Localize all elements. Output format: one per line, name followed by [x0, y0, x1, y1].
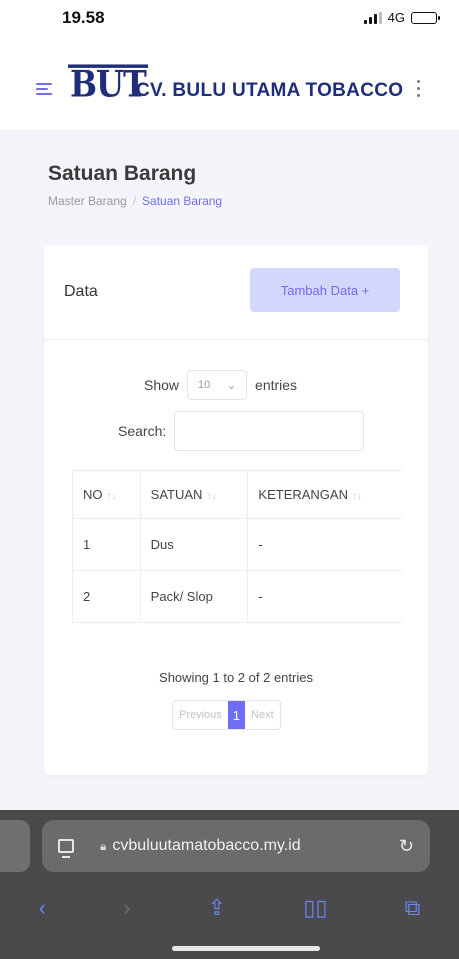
- sort-icon: ↑↓: [206, 491, 217, 502]
- page-menu-icon[interactable]: [58, 839, 74, 858]
- address-bar[interactable]: 🔒︎ cvbuluutamatobacco.my.id ↻: [42, 820, 430, 872]
- cell-keterangan: -: [247, 518, 402, 571]
- cell-satuan: Dus: [139, 518, 249, 571]
- menu-icon[interactable]: [36, 83, 52, 98]
- column-header-no[interactable]: NO ↑↓: [72, 470, 141, 519]
- breadcrumb-parent[interactable]: Master Barang: [48, 194, 127, 208]
- pagination-previous[interactable]: Previous: [173, 701, 228, 729]
- browser-toolbar: ‹ › ⇪ ▯▯ ⧉: [0, 888, 459, 928]
- sort-icon: ↑↓: [351, 491, 362, 502]
- company-logo: BUT: [68, 62, 148, 106]
- back-icon[interactable]: ‹: [39, 895, 46, 921]
- cell-keterangan: -: [247, 570, 402, 623]
- reload-icon[interactable]: ↻: [399, 836, 414, 857]
- data-table: NO ↑↓ SATUAN ↑↓ KETERANGAN ↑↓ 1 Dus - 2 Pac…: [72, 470, 402, 623]
- status-bar: 19.58 4G: [0, 0, 459, 40]
- table-header-row: NO ↑↓ SATUAN ↑↓ KETERANGAN ↑↓: [72, 470, 402, 519]
- chevron-down-icon: ⌄: [226, 379, 237, 392]
- forward-icon[interactable]: ›: [123, 895, 130, 921]
- tabs-icon[interactable]: ⧉: [405, 895, 421, 921]
- entries-select[interactable]: 10 ⌄: [187, 370, 248, 400]
- pagination-page-current[interactable]: 1: [227, 701, 246, 729]
- search-control: Search:: [118, 411, 365, 451]
- app-header: BUT CV. BULU UTAMA TOBACCO: [0, 40, 459, 130]
- pagination-next[interactable]: Next: [245, 701, 280, 729]
- table-info: Showing 1 to 2 of 2 entries: [159, 670, 313, 685]
- column-header-keterangan[interactable]: KETERANGAN ↑↓: [247, 470, 402, 519]
- table-row: 1 Dus -: [72, 518, 402, 571]
- bookmarks-icon[interactable]: ▯▯: [303, 895, 327, 921]
- entries-select-value: 10: [198, 379, 211, 391]
- previous-tab-edge[interactable]: [0, 820, 30, 872]
- sort-icon: ↑↓: [106, 491, 117, 502]
- page-content: Satuan Barang Master Barang / Satuan Bar…: [0, 130, 459, 810]
- status-time: 19.58: [62, 8, 105, 27]
- breadcrumb: Master Barang / Satuan Barang: [48, 194, 222, 208]
- cell-no: 2: [72, 570, 141, 623]
- url-text[interactable]: cvbuluutamatobacco.my.id: [112, 837, 300, 855]
- card-title: Data: [64, 283, 98, 300]
- column-header-satuan[interactable]: SATUAN ↑↓: [139, 470, 249, 519]
- length-prefix: Show: [144, 377, 180, 393]
- more-options-icon[interactable]: [417, 80, 421, 101]
- lock-icon: 🔒︎: [100, 838, 107, 853]
- company-name: CV. BULU UTAMA TOBACCO: [136, 80, 404, 101]
- data-card: Data Tambah Data + Show 10 ⌄ entries Sea…: [44, 245, 428, 775]
- battery-icon: [411, 11, 440, 24]
- cell-no: 1: [72, 518, 141, 571]
- status-right: 4G: [363, 10, 440, 25]
- network-label: 4G: [387, 10, 405, 25]
- pagination: Previous 1 Next: [172, 700, 281, 730]
- length-suffix: entries: [255, 377, 298, 393]
- search-label: Search:: [118, 423, 167, 439]
- card-header: Data Tambah Data +: [44, 245, 428, 340]
- table-row: 2 Pack/ Slop -: [72, 570, 402, 623]
- signal-icon: [363, 11, 382, 24]
- add-data-button[interactable]: Tambah Data +: [250, 268, 400, 312]
- page-title: Satuan Barang: [48, 162, 197, 185]
- home-indicator[interactable]: [172, 946, 320, 951]
- entries-length-control: Show 10 ⌄ entries: [144, 370, 297, 400]
- cell-satuan: Pack/ Slop: [139, 570, 249, 623]
- breadcrumb-separator: /: [132, 194, 137, 208]
- browser-bar: 🔒︎ cvbuluutamatobacco.my.id ↻ ‹ › ⇪ ▯▯ ⧉: [0, 810, 459, 959]
- search-input[interactable]: [174, 411, 365, 451]
- breadcrumb-current: Satuan Barang: [142, 194, 223, 208]
- share-icon[interactable]: ⇪: [208, 895, 226, 921]
